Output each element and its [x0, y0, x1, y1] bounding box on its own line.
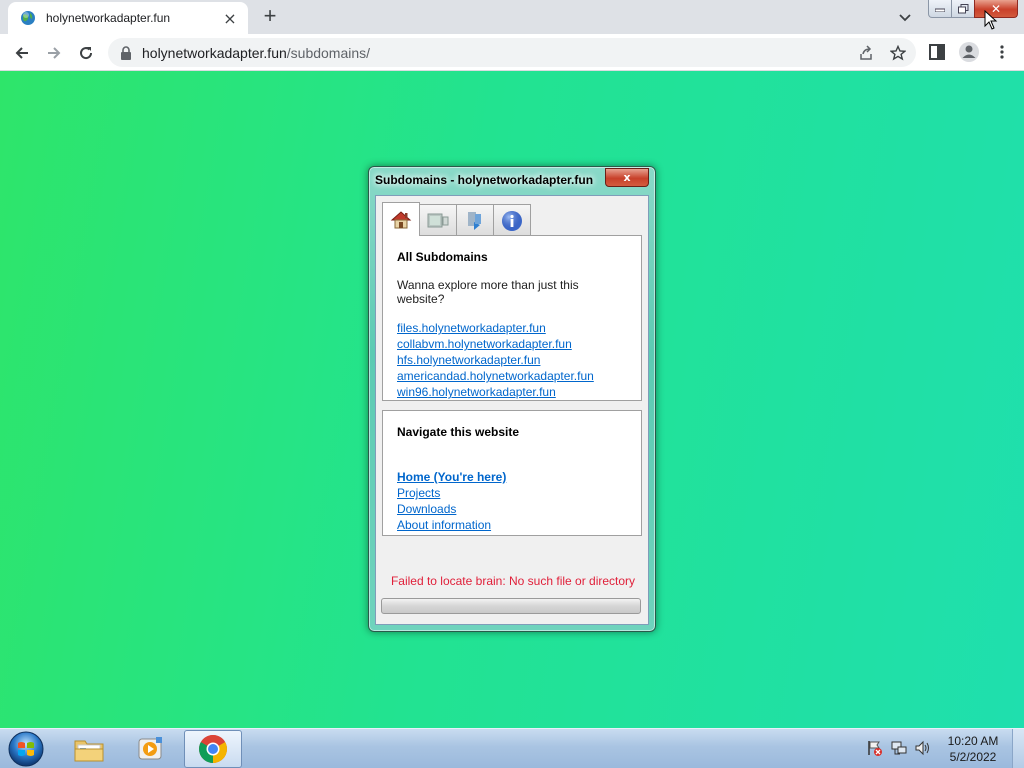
forward-button[interactable] [44, 43, 64, 63]
restore-icon [957, 3, 968, 13]
chrome-icon [199, 735, 227, 763]
arrow-left-icon [15, 47, 28, 59]
close-tab-icon[interactable]: × [222, 9, 238, 28]
navigate-heading: Navigate this website [397, 425, 520, 439]
browser-toolbar: holynetworkadapter.fun/subdomains/ [0, 34, 1024, 71]
media-player-icon [138, 737, 162, 760]
nav-link-projects[interactable]: Projects [397, 485, 627, 501]
profile-avatar-icon[interactable] [958, 41, 980, 63]
star-icon[interactable] [890, 45, 906, 61]
close-icon: x [623, 171, 631, 184]
icon-tab-bar [382, 202, 531, 236]
mouse-cursor-icon [984, 10, 998, 30]
clock-time: 10:20 AM [947, 734, 999, 748]
tab-projects[interactable] [419, 204, 457, 236]
tab-title: holynetworkadapter.fun [46, 11, 171, 25]
action-center-flag-icon[interactable] [866, 739, 884, 757]
network-icon[interactable] [890, 739, 908, 757]
subdomain-link-americandad[interactable]: americandad.holynetworkadapter.fun [397, 368, 627, 384]
tab-strip: holynetworkadapter.fun × + ✕ [0, 0, 1024, 34]
status-message: Failed to locate brain: No such file or … [390, 574, 636, 588]
subdomain-link-collabvm[interactable]: collabvm.holynetworkadapter.fun [397, 336, 627, 352]
subdomain-link-files[interactable]: files.holynetworkadapter.fun [397, 320, 627, 336]
minimize-button[interactable] [928, 0, 952, 18]
nav-link-downloads[interactable]: Downloads [397, 501, 627, 517]
browser-tab[interactable]: holynetworkadapter.fun × [8, 2, 248, 34]
arrow-right-icon [48, 47, 61, 59]
home-icon [390, 210, 412, 228]
side-panel-icon[interactable] [929, 44, 945, 60]
reload-icon [80, 47, 93, 60]
back-button[interactable] [12, 43, 32, 63]
reload-button[interactable] [76, 43, 96, 63]
start-button[interactable] [6, 730, 46, 768]
taskbar: 10:20 AM 5/2/2022 [0, 728, 1024, 768]
info-icon [502, 210, 522, 231]
chevron-down-icon[interactable] [896, 8, 914, 26]
subdomains-panel: All Subdomains Wanna explore more than j… [382, 235, 642, 401]
show-desktop-button[interactable] [1012, 729, 1024, 768]
tab-about[interactable] [493, 204, 531, 236]
window-body: All Subdomains Wanna explore more than j… [375, 195, 649, 625]
download-icon [468, 211, 481, 230]
share-icon[interactable] [858, 45, 874, 61]
window-title: Subdomains - holynetworkadapter.fun [375, 173, 594, 187]
navigate-panel: Navigate this website Home (You're here)… [382, 410, 642, 536]
subdomains-heading: All Subdomains [397, 250, 488, 264]
progress-bar [381, 598, 641, 614]
globe-icon [21, 11, 35, 25]
nav-link-about[interactable]: About information [397, 517, 627, 533]
system-clock[interactable]: 10:20 AM 5/2/2022 [936, 733, 1010, 765]
url-path: /subdomains/ [286, 44, 371, 61]
nav-link-home[interactable]: Home (You're here) [397, 469, 627, 485]
kebab-menu-icon[interactable] [999, 44, 1005, 60]
minimize-icon [935, 8, 945, 12]
folder-icon [74, 740, 104, 762]
monitor-icon [427, 213, 449, 227]
clock-date: 5/2/2022 [949, 750, 997, 764]
address-bar[interactable]: holynetworkadapter.fun/subdomains/ [108, 38, 916, 67]
url-host: holynetworkadapter.fun [142, 44, 287, 61]
subdomains-window: Subdomains - holynetworkadapter.fun x Al… [368, 166, 656, 632]
url-text: holynetworkadapter.fun/subdomains/ [142, 45, 370, 61]
subdomain-link-win96[interactable]: win96.holynetworkadapter.fun [397, 384, 627, 400]
subdomain-link-hfs[interactable]: hfs.holynetworkadapter.fun [397, 352, 627, 368]
tab-downloads[interactable] [456, 204, 494, 236]
volume-icon[interactable] [914, 739, 932, 757]
new-tab-button[interactable]: + [258, 5, 282, 28]
subdomains-intro: Wanna explore more than just this websit… [397, 278, 579, 306]
taskbar-chrome[interactable] [184, 730, 242, 768]
taskbar-media-player[interactable] [122, 730, 180, 768]
taskbar-explorer[interactable] [60, 730, 118, 768]
window-controls: ✕ [928, 0, 1018, 20]
lock-icon[interactable] [120, 45, 132, 60]
restore-button[interactable] [951, 0, 975, 18]
window-close-button[interactable]: x [605, 168, 649, 187]
tab-home[interactable] [382, 202, 420, 236]
